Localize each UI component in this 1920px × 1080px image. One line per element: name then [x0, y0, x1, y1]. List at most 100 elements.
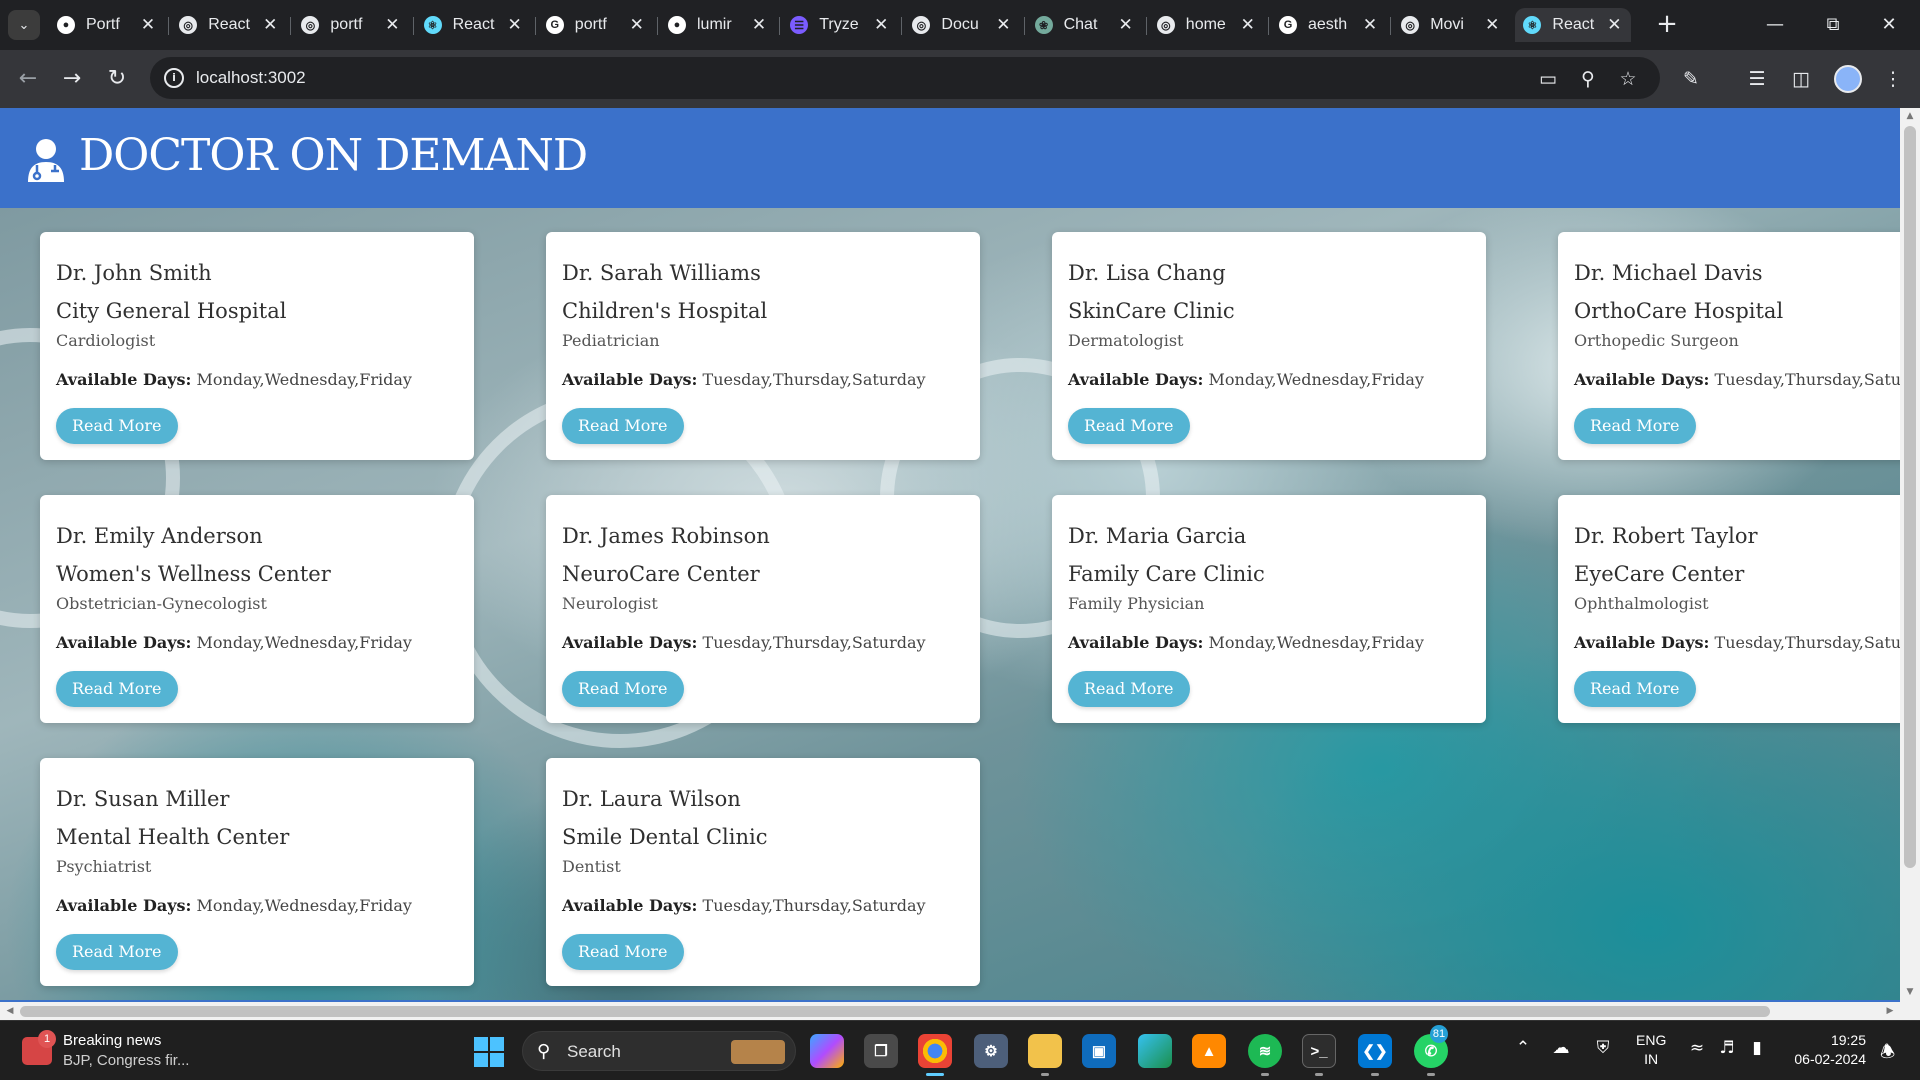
windows-start-icon[interactable] [474, 1037, 504, 1067]
security-shield-icon[interactable]: ⛨ [1590, 1038, 1616, 1058]
tab-close-icon[interactable]: ✕ [1605, 15, 1623, 35]
tab-close-icon[interactable]: ✕ [506, 15, 524, 35]
chrome-icon[interactable] [918, 1034, 952, 1068]
side-panel-icon[interactable]: ◫ [1784, 62, 1818, 96]
available-days-label: Available Days: [56, 633, 192, 652]
vscode-icon[interactable]: ❮❯ [1358, 1034, 1392, 1068]
bookmark-star-icon[interactable]: ☆ [1615, 66, 1641, 92]
battery-icon[interactable]: ▮ [1744, 1038, 1770, 1058]
read-more-button[interactable]: Read More [562, 934, 684, 970]
doctor-name: Dr. Susan Miller [56, 787, 230, 811]
wifi-icon[interactable]: ≈ [1684, 1038, 1710, 1058]
site-info-icon[interactable]: i [164, 68, 184, 88]
browser-tab[interactable]: ◎ Movi ✕ [1393, 8, 1509, 42]
browser-tab[interactable]: ☰ Tryze ✕ [782, 8, 898, 42]
tray-chevron-icon[interactable]: ⌃ [1510, 1038, 1536, 1058]
file-explorer-icon[interactable] [1028, 1034, 1062, 1068]
notification-bell-icon[interactable]: 🕭 [1880, 1039, 1895, 1068]
tab-close-icon[interactable]: ✕ [261, 15, 279, 35]
vertical-scroll-thumb[interactable] [1904, 126, 1916, 868]
copilot-icon[interactable] [810, 1034, 844, 1068]
reload-icon[interactable]: ↻ [100, 62, 134, 96]
menu-kebab-icon[interactable]: ⋮ [1876, 62, 1910, 96]
browser-tab[interactable]: ● Portf ✕ [49, 8, 165, 42]
back-icon[interactable]: ← [11, 62, 45, 96]
doctor-hospital: NeuroCare Center [562, 562, 760, 586]
tab-close-icon[interactable]: ✕ [1483, 15, 1501, 35]
browser-tab[interactable]: ◎ portf ✕ [293, 8, 409, 42]
new-tab-button[interactable]: + [1652, 10, 1682, 40]
read-more-button[interactable]: Read More [1068, 408, 1190, 444]
minimize-button[interactable]: — [1752, 8, 1798, 42]
install-app-icon[interactable]: ▭ [1535, 66, 1561, 92]
tab-close-icon[interactable]: ✕ [750, 15, 768, 35]
read-more-button[interactable]: Read More [1068, 671, 1190, 707]
edge-icon[interactable] [1138, 1034, 1172, 1068]
language-indicator[interactable]: ENG IN [1636, 1031, 1666, 1069]
browser-tab[interactable]: ● lumir ✕ [660, 8, 776, 42]
task-view-icon[interactable]: ❐ [864, 1034, 898, 1068]
tab-separator [1390, 17, 1392, 35]
news-title[interactable]: Breaking news [63, 1032, 161, 1049]
store-icon[interactable]: ▣ [1082, 1034, 1116, 1068]
restore-button[interactable]: ⧉ [1810, 8, 1856, 42]
read-more-button[interactable]: Read More [56, 671, 178, 707]
spotify-icon[interactable]: ≋ [1248, 1034, 1282, 1068]
browser-tab[interactable]: ◎ React ✕ [171, 8, 287, 42]
browser-tab[interactable]: ⚛ React ✕ [1515, 8, 1632, 42]
profile-avatar[interactable] [1834, 65, 1862, 93]
tab-close-icon[interactable]: ✕ [1361, 15, 1379, 35]
media-control-icon[interactable]: ☰ [1740, 62, 1774, 96]
horizontal-scrollbar[interactable]: ◀ ▶ [0, 1000, 1900, 1020]
tab-close-icon[interactable]: ✕ [1239, 15, 1257, 35]
browser-tab[interactable]: ❀ Chat ✕ [1027, 8, 1143, 42]
address-bar[interactable]: i localhost:3002 ▭ ⚲ ☆ [150, 57, 1660, 99]
scroll-up-icon[interactable]: ▲ [1900, 108, 1920, 124]
address-url[interactable]: localhost:3002 [196, 68, 306, 88]
read-more-button[interactable]: Read More [562, 408, 684, 444]
tab-close-icon[interactable]: ✕ [383, 15, 401, 35]
volume-icon[interactable]: ♬ [1714, 1038, 1740, 1058]
available-days-label: Available Days: [56, 370, 192, 389]
read-more-button[interactable]: Read More [1574, 408, 1696, 444]
settings-gear-icon[interactable]: ⚙ [974, 1034, 1008, 1068]
onedrive-cloud-icon[interactable]: ☁ [1548, 1038, 1574, 1058]
tab-close-icon[interactable]: ✕ [628, 15, 646, 35]
zoom-icon[interactable]: ⚲ [1575, 66, 1601, 92]
browser-tab[interactable]: ◎ home ✕ [1149, 8, 1265, 42]
read-more-button[interactable]: Read More [562, 671, 684, 707]
browser-tab[interactable]: Gportf ✕ [538, 8, 654, 42]
read-more-button[interactable]: Read More [56, 408, 178, 444]
google-icon: G [545, 16, 564, 34]
system-clock[interactable]: 19:25 06-02-2024 [1786, 1031, 1866, 1069]
available-days-label: Available Days: [1574, 633, 1710, 652]
browser-tab[interactable]: ⚛ React ✕ [416, 8, 532, 42]
language-label: ENG [1636, 1032, 1667, 1048]
vlc-icon[interactable]: ▲ [1192, 1034, 1226, 1068]
doctor-hospital: Family Care Clinic [1068, 562, 1265, 586]
taskbar-search[interactable]: ⚲ Search [522, 1031, 796, 1071]
github-icon: ● [668, 16, 686, 34]
extensions-icon[interactable]: ✎ [1674, 62, 1708, 96]
browser-tab[interactable]: ◎ Docu ✕ [904, 8, 1020, 42]
tab-search-button[interactable]: ⌄ [8, 10, 40, 40]
read-more-button[interactable]: Read More [56, 934, 178, 970]
close-window-button[interactable]: ✕ [1866, 8, 1912, 42]
forward-icon[interactable]: → [55, 62, 89, 96]
scroll-right-icon[interactable]: ▶ [1882, 1003, 1898, 1019]
tab-close-icon[interactable]: ✕ [872, 15, 890, 35]
scroll-left-icon[interactable]: ◀ [2, 1003, 18, 1019]
scroll-down-icon[interactable]: ▼ [1900, 984, 1920, 1000]
open-app-indicator [1261, 1073, 1269, 1076]
tab-close-icon[interactable]: ✕ [1117, 15, 1135, 35]
browser-tab[interactable]: Gaesth ✕ [1271, 8, 1387, 42]
tab-close-icon[interactable]: ✕ [139, 15, 157, 35]
tab-close-icon[interactable]: ✕ [994, 15, 1012, 35]
vertical-scrollbar[interactable]: ▲ ▼ [1900, 108, 1920, 1000]
read-more-button[interactable]: Read More [1574, 671, 1696, 707]
doctor-card: Dr. Maria Garcia Family Care Clinic Family… [1052, 495, 1486, 723]
news-subtitle[interactable]: BJP, Congress fir... [63, 1052, 189, 1069]
doctor-card: Dr. Susan Miller Mental Health Center Psyc… [40, 758, 474, 986]
terminal-icon[interactable]: >_ [1302, 1034, 1336, 1068]
horizontal-scroll-thumb[interactable] [20, 1006, 1770, 1017]
